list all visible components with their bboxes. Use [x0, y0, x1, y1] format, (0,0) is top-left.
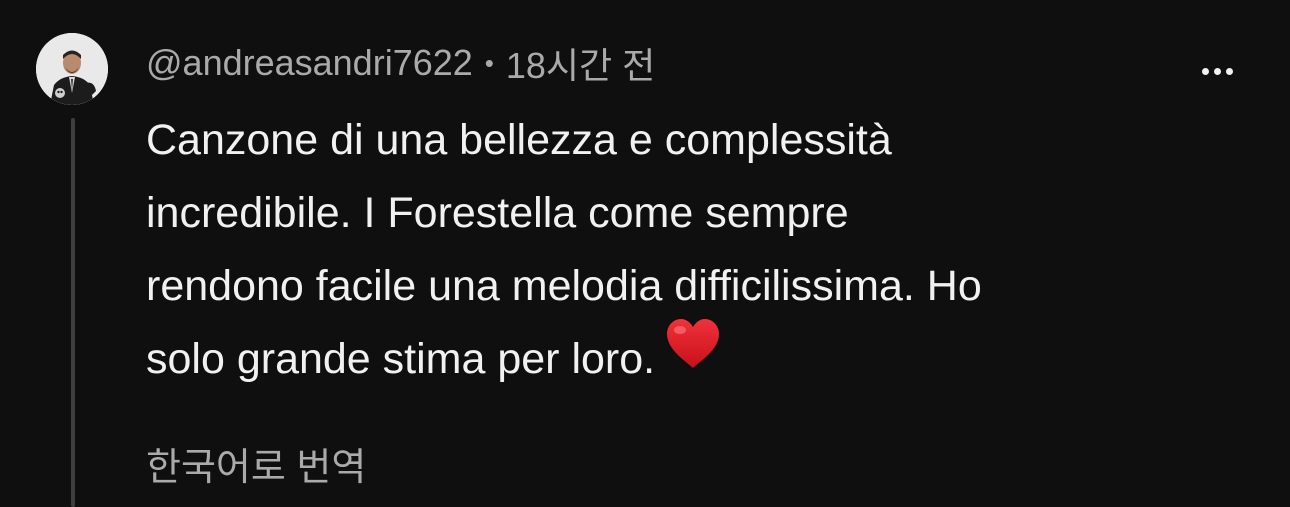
- thread-line: [71, 118, 75, 507]
- more-options-icon-dot: [1213, 67, 1221, 75]
- author-handle[interactable]: @andreasandri7622: [146, 42, 473, 84]
- user-avatar-image: [36, 33, 108, 105]
- separator-dot: •: [484, 47, 494, 78]
- more-options-icon-dot: [1225, 67, 1233, 75]
- more-options-icon: [1201, 67, 1209, 75]
- comment-text-line: rendono facile una melodia difficilissim…: [146, 262, 982, 310]
- timestamp[interactable]: 18시간 전: [506, 37, 655, 89]
- comment-header: @andreasandri7622 • 18시간 전: [146, 40, 655, 86]
- comment-item: @andreasandri7622 • 18시간 전 Canzone di un…: [0, 0, 1290, 507]
- comment-text-line: solo grande stima per loro.: [146, 335, 656, 383]
- comment-text-line: Canzone di una bellezza e complessità: [146, 116, 892, 164]
- translate-button[interactable]: 한국어로 번역: [146, 436, 366, 491]
- comment-text-line: incredibile. I Forestella come sempre: [146, 189, 849, 237]
- heart-emoji-icon: [665, 318, 721, 393]
- avatar[interactable]: [36, 33, 108, 105]
- comment-text: Canzone di una bellezza e complessità in…: [146, 104, 1226, 399]
- more-options-button[interactable]: [1194, 56, 1240, 86]
- comment-text-line-last: solo grande stima per loro.: [146, 319, 1226, 399]
